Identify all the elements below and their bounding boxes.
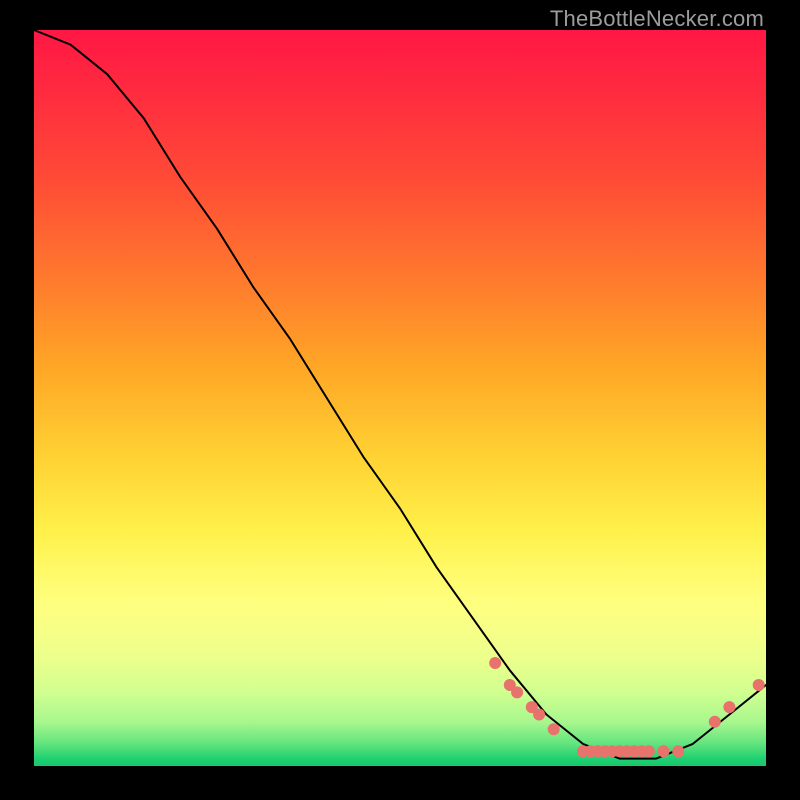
bottleneck-curve-line <box>34 30 766 759</box>
marker-point <box>753 679 765 691</box>
bottleneck-curve-svg <box>34 30 766 766</box>
watermark-text: TheBottleNecker.com <box>550 6 764 32</box>
marker-point <box>709 716 721 728</box>
marker-point <box>533 709 545 721</box>
marker-point <box>489 657 501 669</box>
plot-area <box>34 30 766 766</box>
marker-point <box>658 745 670 757</box>
marker-point <box>548 723 560 735</box>
marker-point <box>672 745 684 757</box>
marker-point <box>723 701 735 713</box>
chart-frame: TheBottleNecker.com <box>0 0 800 800</box>
marker-point <box>511 686 523 698</box>
marker-point <box>643 745 655 757</box>
curve-group <box>34 30 766 759</box>
marker-group <box>489 657 765 757</box>
